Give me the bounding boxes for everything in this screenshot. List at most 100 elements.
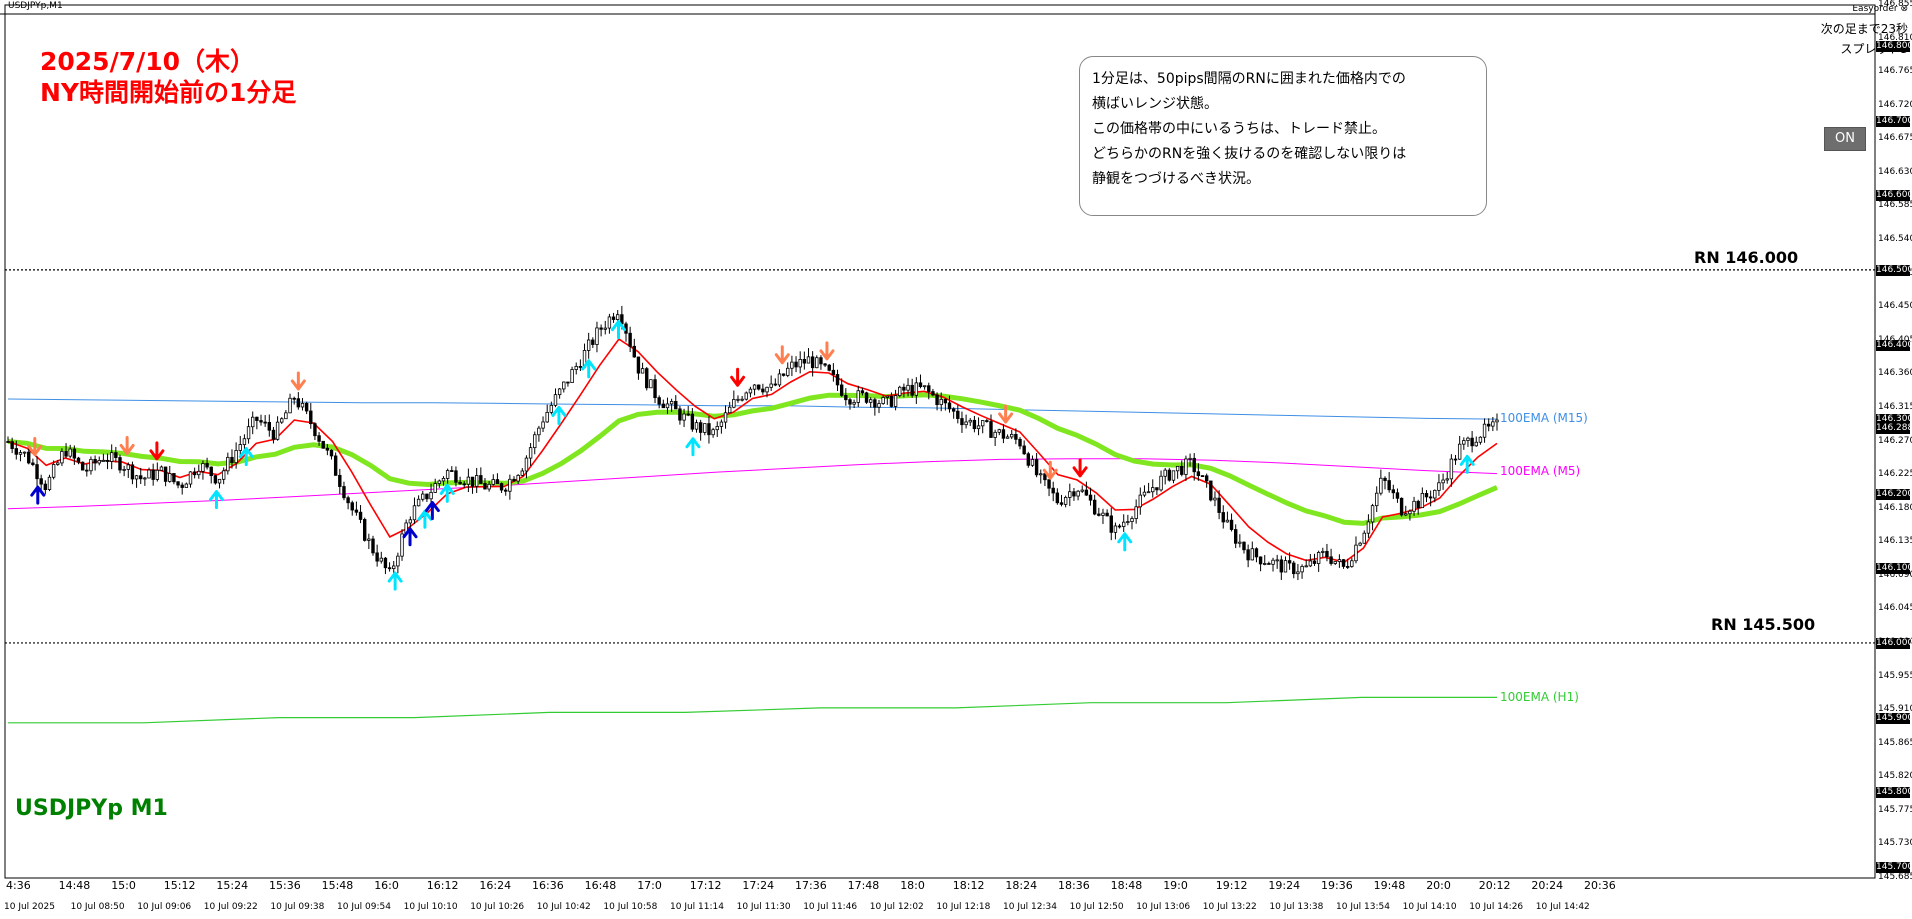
candle [694,419,699,433]
candle [794,356,798,373]
symbol-tab[interactable]: USDJPYp,M1 [8,1,63,11]
buy-arrow-icon [1117,532,1133,552]
candle [545,404,549,423]
candle [537,425,541,442]
candle [1391,484,1396,500]
candle [180,482,184,495]
candle [1283,556,1288,573]
candle [649,379,653,389]
candle [1059,494,1064,507]
candle [960,411,964,433]
candle [296,392,301,410]
time-tick-label: 16:48 [584,879,617,892]
candle [1358,541,1362,547]
candle [1449,454,1454,487]
candle [914,377,919,404]
candle [1109,507,1113,541]
candle [342,481,346,501]
candle [267,414,272,437]
candle [1416,499,1420,515]
candle [736,395,740,403]
rn-upper-label: RN 146.000 [1694,248,1799,267]
candle [1466,436,1470,447]
date-tick-label: 10 Jul 10:42 [536,902,591,912]
candle [976,417,981,436]
candle [1271,557,1275,572]
time-tick-label: 17:24 [742,879,775,892]
candle [217,478,222,489]
time-tick-label: 18:48 [1110,879,1143,892]
candle [1159,470,1163,492]
candle [255,416,259,430]
time-tick-label: 15:12 [163,879,196,892]
date-tick-label: 10 Jul 10:58 [603,902,658,912]
candle [1300,564,1304,579]
price-tick-label: 146.315 [1878,401,1912,412]
price-tick-label: 146.765 [1878,66,1912,77]
on-toggle-button[interactable]: ON [1824,127,1866,151]
candle [603,320,607,335]
candle [1225,511,1230,523]
annotation-subtitle: NY時間開始前の1分足 [40,78,297,107]
buy-arrow-icon [417,509,433,529]
candle [280,417,284,424]
candle [1063,495,1068,508]
candle [1122,514,1126,532]
candle [661,399,666,409]
candle [524,455,529,479]
ema-m5-label: 100EMA (M5) [1500,464,1581,478]
round-number-lines [5,269,1875,644]
candle [1184,455,1188,481]
candle [844,388,848,406]
candle [611,312,616,323]
candle [1163,468,1167,485]
candle [703,423,707,436]
date-tick-label: 10 Jul 11:46 [803,902,858,912]
ema-h1-label: 100EMA (H1) [1500,690,1579,704]
candle [1055,488,1060,505]
candle [964,414,968,429]
candle [1039,469,1043,484]
candle [226,452,230,475]
price-tick-label: 145.730 [1878,838,1912,849]
candle [1126,514,1130,526]
candle [1167,468,1172,482]
candle [1258,556,1263,572]
candle [338,468,342,495]
time-tick-label: 15:0 [111,879,136,892]
price-chart[interactable] [0,0,1912,919]
candle [877,399,881,414]
candle [1383,476,1387,490]
candle [570,366,574,384]
date-tick-label: 10 Jul 14:26 [1469,902,1524,912]
candle [1022,440,1026,456]
candle [1437,474,1441,496]
candle [744,391,748,401]
candle [313,422,317,441]
price-level-tag: 146.700 [1876,115,1912,127]
date-tick-label: 10 Jul 08:50 [70,902,125,912]
price-level-tag: 146.100 [1876,563,1912,575]
candle [93,455,97,471]
candle [715,421,719,437]
candle [777,369,782,388]
price-level-tag: 145.900 [1876,712,1912,724]
candle [1412,496,1416,516]
sell-arrow-icon [819,341,835,361]
candle [1092,494,1097,516]
time-tick-label: 15:48 [321,879,354,892]
candle [118,454,122,474]
candle [553,388,558,408]
candle [47,474,52,492]
candle [819,355,823,370]
candle [786,362,790,378]
candle [757,384,761,391]
candle [350,500,354,516]
price-level-tag: 145.700 [1876,861,1912,873]
candle [1068,483,1072,507]
candle [740,395,744,402]
candle [769,375,773,391]
candle [985,418,989,423]
candle [1263,555,1267,566]
candle [997,428,1001,436]
